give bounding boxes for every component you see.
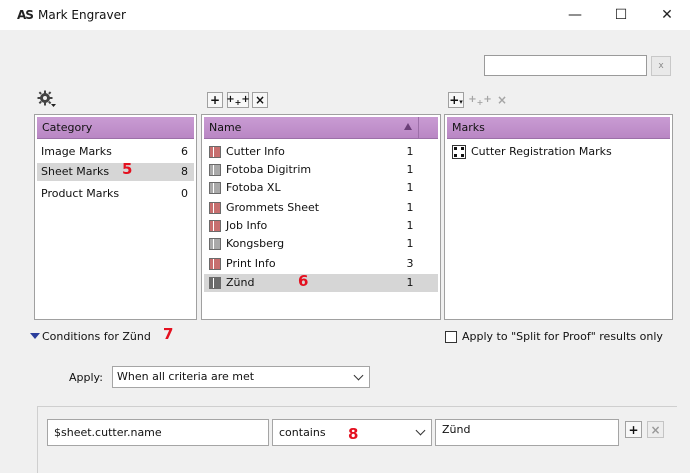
name-row[interactable]: Fotoba XL 1	[204, 179, 438, 197]
remove-mark-button[interactable]: ×	[494, 92, 510, 108]
name-row[interactable]: Kongsberg 1	[204, 235, 438, 253]
name-count: 1	[406, 163, 414, 176]
category-header: Category	[37, 117, 194, 139]
marks-panel: Marks Cutter Registration Marks	[444, 114, 673, 320]
apply-label: Apply:	[69, 371, 103, 384]
conditions-label: Conditions for Zünd	[42, 330, 151, 343]
name-count: 1	[406, 181, 414, 194]
criteria-value-field[interactable]: Zünd	[435, 419, 619, 446]
mark-set-icon	[209, 258, 221, 270]
name-row[interactable]: Grommets Sheet 1	[204, 199, 438, 217]
remove-name-button[interactable]: ×	[252, 92, 268, 108]
name-row[interactable]: Cutter Info 1	[204, 143, 438, 161]
gear-icon[interactable]	[36, 89, 58, 109]
name-row[interactable]: Zünd 1	[204, 274, 438, 292]
add-name-button[interactable]: +	[207, 92, 223, 108]
chevron-down-icon	[353, 370, 364, 381]
annotation-marker: 7	[163, 325, 174, 343]
collapse-triangle-icon[interactable]	[30, 333, 40, 339]
add-multiple-marks-button[interactable]: +++	[468, 92, 492, 108]
category-row[interactable]: Image Marks 6	[37, 143, 194, 161]
name-label: Print Info	[226, 257, 276, 270]
marks-row[interactable]: Cutter Registration Marks	[447, 143, 670, 161]
name-count: 1	[406, 145, 414, 158]
split-for-proof-checkbox[interactable]	[445, 331, 457, 343]
apply-select[interactable]: When all criteria are met	[112, 366, 370, 388]
name-row[interactable]: Job Info 1	[204, 217, 438, 235]
search-input[interactable]	[484, 55, 647, 76]
name-row[interactable]: Fotoba Digitrim 1	[204, 161, 438, 179]
maximize-button[interactable]: ☐	[598, 0, 644, 30]
criteria-property-field[interactable]: $sheet.cutter.name	[47, 419, 269, 446]
column-separator	[418, 117, 419, 139]
name-label: Grommets Sheet	[226, 201, 320, 214]
chevron-down-icon	[415, 425, 426, 436]
name-count: 1	[406, 201, 414, 214]
minimize-button[interactable]: —	[552, 0, 598, 30]
mark-set-icon	[209, 202, 221, 214]
add-criteria-button[interactable]: +	[625, 421, 642, 438]
mark-set-icon	[209, 146, 221, 158]
category-row[interactable]: Product Marks 0	[37, 185, 194, 203]
names-header[interactable]: Name	[204, 117, 438, 139]
marks-header: Marks	[447, 117, 670, 139]
annotation-marker: 6	[298, 272, 309, 290]
add-multiple-names-button[interactable]: +++	[226, 92, 250, 108]
mark-set-icon	[209, 277, 221, 289]
registration-marks-icon	[452, 145, 466, 159]
window-title: Mark Engraver	[38, 8, 126, 22]
name-label: Zünd	[226, 276, 255, 289]
name-row[interactable]: Print Info 3	[204, 255, 438, 273]
name-label: Kongsberg	[226, 237, 285, 250]
annotation-marker: 8	[348, 425, 359, 443]
search-clear-button[interactable]: x	[651, 56, 671, 76]
add-multi-icon: +++	[468, 93, 492, 107]
name-label: Job Info	[226, 219, 268, 232]
split-for-proof-label: Apply to "Split for Proof" results only	[462, 330, 663, 343]
category-row[interactable]: Sheet Marks 8	[37, 163, 194, 181]
name-label: Fotoba XL	[226, 181, 281, 194]
mark-set-icon	[209, 182, 221, 194]
remove-criteria-button[interactable]: ×	[647, 421, 664, 438]
name-label: Fotoba Digitrim	[226, 163, 312, 176]
name-count: 1	[406, 237, 414, 250]
mark-set-icon	[209, 164, 221, 176]
sort-ascending-icon	[404, 123, 412, 130]
annotation-marker: 5	[122, 160, 133, 178]
name-label: Cutter Info	[226, 145, 285, 158]
name-count: 1	[406, 219, 414, 232]
close-button[interactable]: ✕	[644, 0, 690, 30]
add-mark-icon: +▾	[449, 93, 463, 107]
app-logo: AS	[17, 8, 34, 22]
mark-set-icon	[209, 220, 221, 232]
add-mark-button[interactable]: +▾	[448, 92, 464, 108]
mark-set-icon	[209, 238, 221, 250]
name-count: 3	[406, 257, 414, 270]
category-panel: Category Image Marks 6 Sheet Marks 8 Pro…	[34, 114, 197, 320]
add-multi-icon: +++	[226, 93, 250, 107]
names-panel: Name Cutter Info 1 Fotoba Digitrim 1 Fotoba …	[201, 114, 441, 320]
name-count: 1	[406, 276, 414, 289]
